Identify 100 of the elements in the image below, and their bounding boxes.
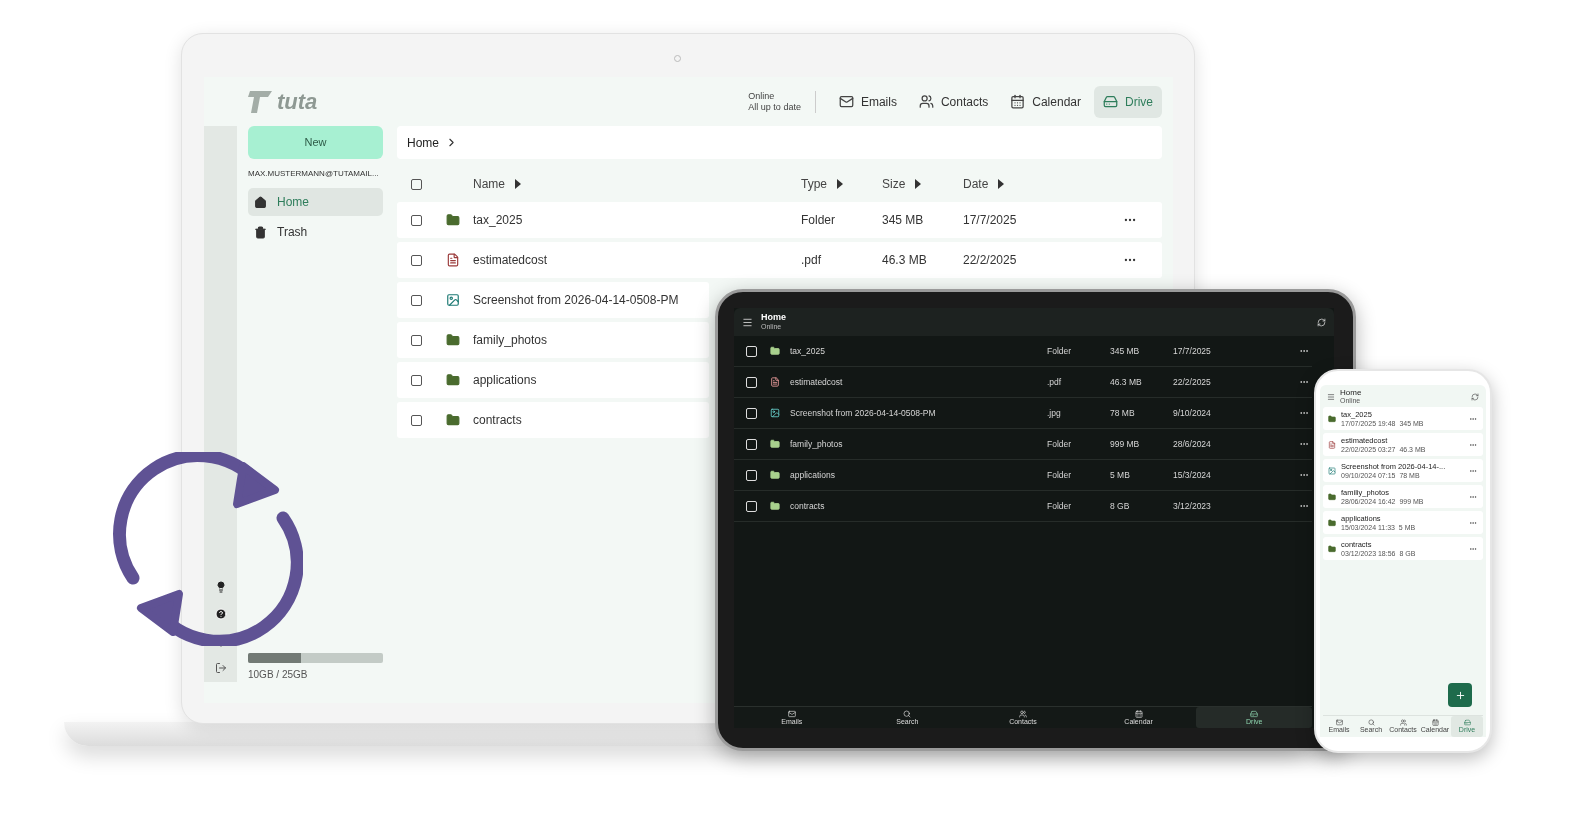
- contacts-icon: [918, 94, 934, 109]
- file-date: 17/7/2025: [1173, 345, 1211, 356]
- checkbox[interactable]: [411, 374, 422, 386]
- file-row[interactable]: tax_2025 Folder 345 MB 17/7/2025: [734, 336, 1312, 367]
- pdf-file-icon: [770, 377, 780, 387]
- contacts-icon: [1019, 709, 1027, 718]
- file-size: 8 GB: [1110, 500, 1130, 511]
- folder-icon: [446, 373, 460, 387]
- column-header[interactable]: Date: [963, 175, 989, 193]
- file-row[interactable]: family_photos Folder 999 MB 28/6/2024: [734, 429, 1312, 460]
- file-type: Folder: [801, 213, 835, 227]
- sort-arrow-icon: [998, 179, 1005, 189]
- nav-tab[interactable]: Drive: [1094, 85, 1162, 118]
- checkbox[interactable]: [411, 214, 422, 226]
- pdf-file-icon: [1328, 440, 1336, 449]
- file-size: 999 MB: [1110, 438, 1140, 449]
- file-date: 22/2/2025: [1173, 376, 1211, 387]
- file-row[interactable]: contracts Folder 8 GB 3/12/2023: [734, 491, 1312, 522]
- menu-icon[interactable]: [742, 316, 753, 328]
- help-icon[interactable]: [214, 608, 227, 620]
- mail-icon: [787, 709, 796, 718]
- file-row[interactable]: estimatedcost .pdf 46.3 MB 22/2/2025: [397, 242, 1162, 278]
- file-row[interactable]: tax_2025 Folder 345 MB 17/7/2025: [397, 202, 1162, 238]
- file-date: 3/12/2023: [1173, 500, 1211, 511]
- file-row[interactable]: Screenshot from 2026-04-14-0508-PM .jpg 78 MB 9/10/2024: [734, 398, 1312, 429]
- trash-icon: [254, 225, 267, 239]
- checkbox[interactable]: [411, 334, 422, 346]
- file-row[interactable]: applications Folder 5 MB 15/3/2024: [734, 460, 1312, 491]
- folder-icon: [446, 413, 460, 427]
- sync-status-icon[interactable]: [1317, 317, 1326, 327]
- file-row[interactable]: family_photos: [397, 322, 709, 358]
- breadcrumb-link[interactable]: Home: [407, 133, 439, 152]
- file-size: 46.3 MB: [1110, 376, 1142, 387]
- file-size: 78 MB: [1110, 407, 1135, 418]
- file-row[interactable]: applications: [397, 362, 709, 398]
- sync-status-icon[interactable]: [1471, 393, 1479, 401]
- file-name: family_photos: [790, 438, 843, 449]
- sidebar-item[interactable]: Trash: [248, 218, 383, 246]
- file-name: contracts: [790, 500, 825, 511]
- account-label: MAX.MUSTERMANN@TUTAMAIL...: [248, 168, 380, 180]
- drive-icon: [1463, 719, 1471, 726]
- logout-icon[interactable]: [214, 662, 227, 674]
- plus-icon: [1454, 689, 1466, 701]
- sort-arrow-icon: [915, 179, 922, 189]
- file-size: 5 MB: [1110, 469, 1130, 480]
- file-type: .pdf: [801, 253, 821, 267]
- file-size: 46.3 MB: [882, 253, 927, 267]
- file-type: .jpg: [1047, 407, 1061, 418]
- file-name: tax_2025: [473, 213, 523, 227]
- checkbox[interactable]: [411, 414, 422, 426]
- file-name: tax_2025: [790, 345, 825, 356]
- file-name: contracts: [473, 413, 522, 427]
- checkbox[interactable]: [411, 254, 422, 266]
- folder-icon: [1328, 492, 1336, 501]
- file-row[interactable]: estimatedcost .pdf 46.3 MB 22/2/2025: [734, 367, 1312, 398]
- nav-tab[interactable]: Contacts: [909, 85, 998, 118]
- folder-icon: [446, 333, 460, 347]
- file-date: 17/7/2025: [963, 213, 1017, 227]
- file-date: 9/10/2024: [1173, 407, 1211, 418]
- folder-icon: [1328, 414, 1336, 423]
- file-size: 345 MB: [1110, 345, 1140, 356]
- file-name: family_photos: [473, 333, 548, 347]
- sort-arrow-icon: [515, 179, 521, 189]
- folder-icon: [1328, 518, 1336, 527]
- sync-icon: [113, 452, 303, 646]
- file-name: applications: [473, 373, 537, 387]
- column-header[interactable]: Name: [473, 175, 505, 193]
- screen-title: Home: [1340, 389, 1362, 397]
- file-name: Screenshot from 2026-04-14-0508-PM: [790, 407, 936, 418]
- new-button[interactable]: New: [248, 126, 383, 159]
- column-header[interactable]: Type: [801, 175, 827, 193]
- contacts-icon: [1399, 719, 1407, 726]
- file-row[interactable]: contracts: [397, 402, 709, 438]
- checkbox[interactable]: [411, 178, 422, 190]
- nav-tab[interactable]: Emails: [829, 85, 906, 118]
- column-header[interactable]: Size: [882, 175, 906, 193]
- sort-arrow-icon: [837, 179, 843, 189]
- nav-tab[interactable]: Calendar: [1001, 85, 1090, 118]
- home-icon: [254, 195, 267, 209]
- sync-status: All up to date: [748, 101, 801, 113]
- checkbox[interactable]: [411, 294, 422, 306]
- file-date: 28/6/2024: [1173, 438, 1211, 449]
- sidebar-item[interactable]: Home: [248, 188, 383, 216]
- add-button[interactable]: [1448, 683, 1472, 707]
- file-type: Folder: [1047, 500, 1072, 511]
- search-icon: [1367, 719, 1375, 726]
- file-row[interactable]: Screenshot from 2026-04-14-0508-PM: [397, 282, 709, 318]
- search-icon: [903, 709, 912, 718]
- image-file-icon: [770, 408, 780, 418]
- file-name: Screenshot from 2026-04-14-0508-PM: [473, 293, 679, 307]
- logo: tuta: [248, 90, 318, 113]
- calendar-icon: [1431, 719, 1439, 726]
- folder-icon: [770, 439, 780, 449]
- folder-icon: [770, 501, 780, 511]
- lightbulb-icon[interactable]: [214, 581, 227, 593]
- file-type: Folder: [1047, 345, 1072, 356]
- drive-icon: [1250, 709, 1259, 718]
- screen-title: Home: [761, 312, 786, 322]
- image-file-icon: [446, 293, 460, 307]
- file-type: .pdf: [1047, 376, 1062, 387]
